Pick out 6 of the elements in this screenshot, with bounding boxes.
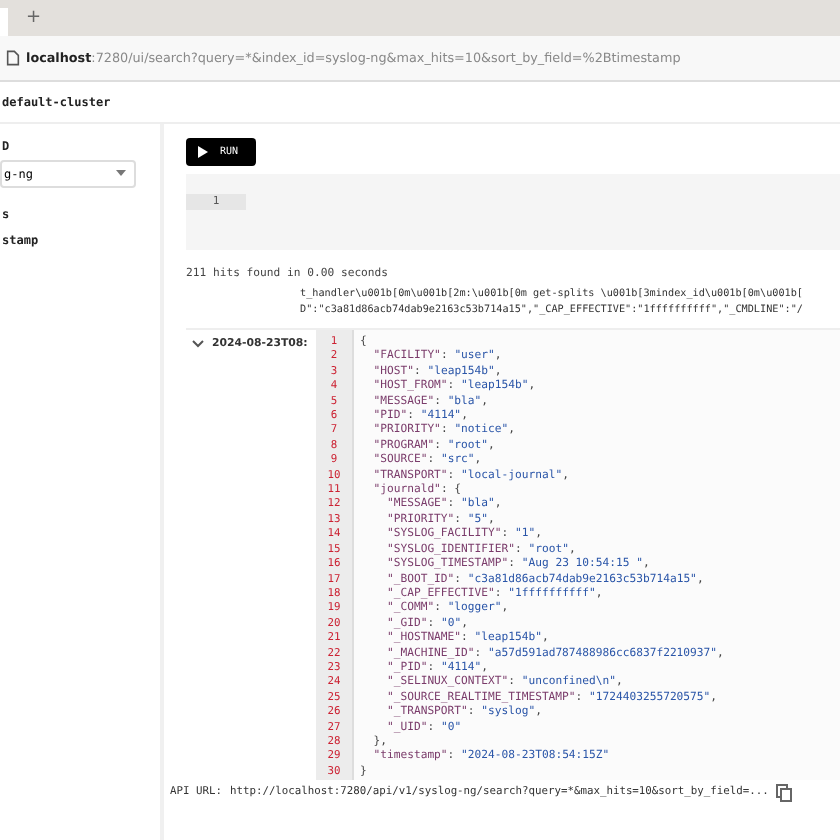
new-tab-button[interactable]: +	[20, 8, 48, 28]
page-icon	[6, 50, 20, 66]
chevron-icon[interactable]	[192, 340, 204, 348]
copy-icon[interactable]	[776, 783, 793, 801]
dropdown-caret-icon	[116, 170, 126, 178]
play-icon	[198, 146, 208, 158]
